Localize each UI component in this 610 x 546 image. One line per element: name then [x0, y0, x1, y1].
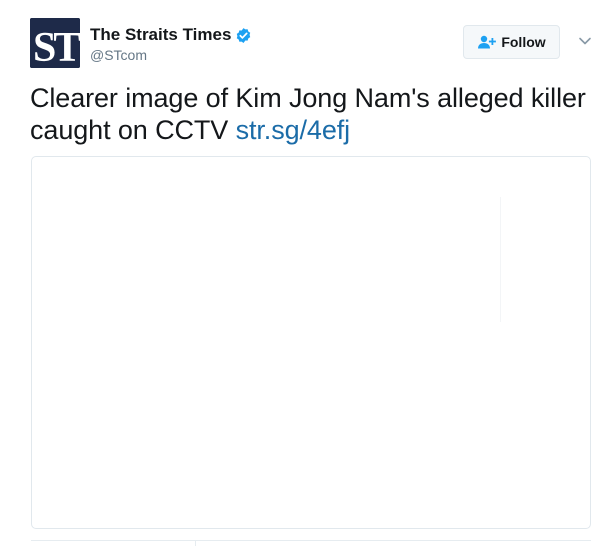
tweet-header: ST The Straits Times @STcom Follow [30, 18, 600, 68]
account-names: The Straits Times @STcom [90, 25, 252, 64]
account-handle[interactable]: @STcom [90, 46, 252, 64]
tweet-link[interactable]: str.sg/4efj [236, 115, 351, 145]
follow-label: Follow [501, 34, 546, 50]
footer-divider [31, 540, 591, 541]
media-preview[interactable] [31, 156, 591, 529]
tweet-text: Clearer image of Kim Jong Nam's alleged … [30, 82, 595, 146]
media-artifact-line [500, 197, 501, 322]
avatar[interactable]: ST [30, 18, 80, 68]
follow-user-icon [477, 35, 497, 49]
verified-badge-icon [235, 27, 252, 44]
avatar-letters: ST [33, 25, 80, 68]
display-name[interactable]: The Straits Times [90, 25, 231, 45]
footer-separator [195, 540, 196, 546]
chevron-down-icon[interactable] [578, 34, 592, 48]
tweet-card: ST The Straits Times @STcom Follow Clear… [0, 0, 610, 546]
follow-button[interactable]: Follow [463, 25, 560, 59]
